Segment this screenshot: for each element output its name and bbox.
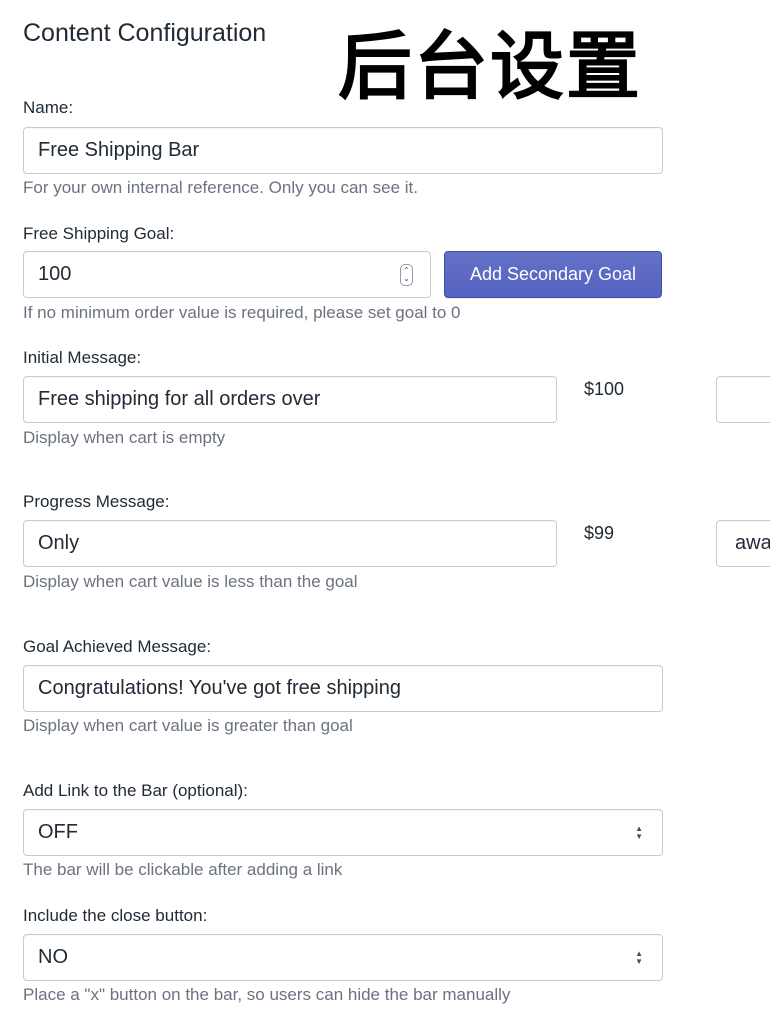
progress-message-input[interactable]: Only (23, 520, 557, 567)
page-title: Content Configuration (23, 19, 267, 47)
name-input-value: Free Shipping Bar (38, 139, 200, 161)
close-button-select[interactable]: NO ▲ ▼ (23, 934, 663, 981)
name-input[interactable]: Free Shipping Bar (23, 127, 663, 174)
progress-message-value: Only (38, 532, 80, 554)
initial-message-input[interactable]: Free shipping for all orders over (23, 376, 557, 423)
achieved-message-input[interactable]: Congratulations! You've got free shippin… (23, 665, 663, 712)
overlay-title: 后台设置 (338, 24, 642, 110)
progress-message-label: Progress Message: (23, 492, 170, 511)
goal-label: Free Shipping Goal: (23, 224, 175, 243)
select-arrows-icon: ▲ ▼ (635, 948, 643, 966)
initial-message-amount: $100 (584, 379, 625, 399)
stepper-icon[interactable]: ⌃ ⌄ (400, 263, 413, 286)
progress-message-help: Display when cart value is less than the… (23, 572, 358, 591)
progress-message-suffix-value: awa (735, 532, 770, 554)
close-button-select-value: NO (38, 946, 68, 968)
link-select[interactable]: OFF ▲ ▼ (23, 809, 663, 856)
initial-message-value: Free shipping for all orders over (38, 388, 321, 410)
initial-message-suffix-input[interactable] (716, 376, 770, 423)
close-button-label: Include the close button: (23, 906, 208, 925)
name-help: For your own internal reference. Only yo… (23, 178, 418, 197)
select-arrows-icon: ▲ ▼ (635, 823, 643, 841)
goal-input-value: 100 (38, 263, 72, 285)
initial-message-label: Initial Message: (23, 348, 142, 367)
add-secondary-goal-button[interactable]: Add Secondary Goal (444, 251, 662, 298)
close-button-help: Place a "x" button on the bar, so users … (23, 985, 511, 1004)
progress-message-amount: $99 (584, 523, 615, 543)
goal-help: If no minimum order value is required, p… (23, 303, 461, 322)
initial-message-help: Display when cart is empty (23, 428, 226, 447)
name-label: Name: (23, 98, 74, 117)
achieved-message-help: Display when cart value is greater than … (23, 716, 353, 735)
link-select-value: OFF (38, 821, 78, 843)
link-help: The bar will be clickable after adding a… (23, 860, 343, 879)
achieved-message-label: Goal Achieved Message: (23, 637, 212, 656)
achieved-message-value: Congratulations! You've got free shippin… (38, 677, 401, 699)
progress-message-suffix-input[interactable]: awa (716, 520, 770, 567)
goal-input[interactable]: 100 ⌃ ⌄ (23, 251, 431, 298)
link-label: Add Link to the Bar (optional): (23, 781, 248, 800)
